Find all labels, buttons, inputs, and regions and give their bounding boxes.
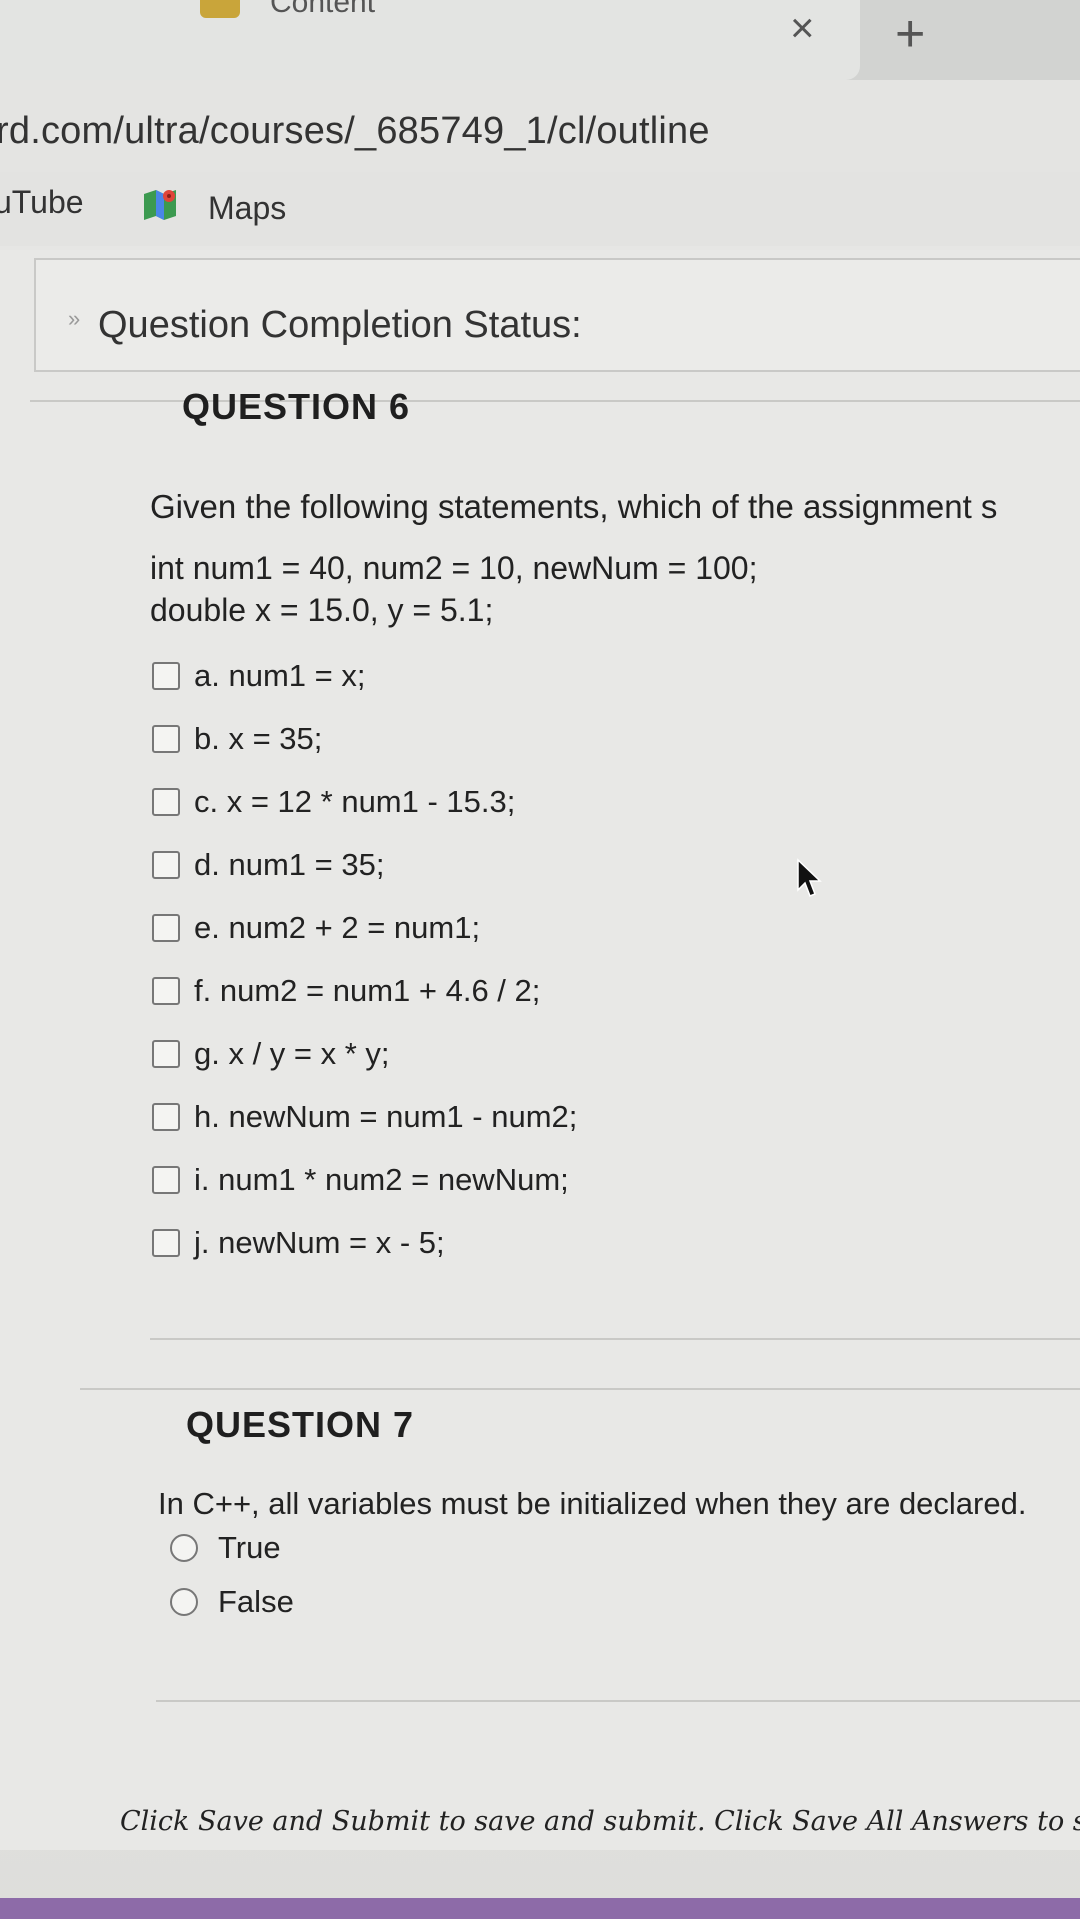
chevron-down-icon[interactable]: »: [68, 306, 80, 332]
option-label: a. num1 = x;: [194, 658, 366, 693]
radio-button[interactable]: [170, 1534, 198, 1562]
question-6-heading: QUESTION 6: [182, 386, 411, 427]
option-h[interactable]: h. newNum = num1 - num2;: [152, 1097, 577, 1137]
option-c[interactable]: c. x = 12 * num1 - 15.3;: [152, 782, 515, 822]
bookmark-maps[interactable]: Maps: [208, 190, 286, 227]
option-label: i. num1 * num2 = newNum;: [194, 1162, 569, 1197]
option-false[interactable]: False: [170, 1582, 294, 1622]
question-7-prompt: In C++, all variables must be initialize…: [158, 1486, 1027, 1521]
checkbox[interactable]: [152, 1166, 180, 1194]
option-true[interactable]: True: [170, 1528, 281, 1568]
question-7-heading: QUESTION 7: [186, 1404, 415, 1445]
option-i[interactable]: i. num1 * num2 = newNum;: [152, 1160, 569, 1200]
option-label: e. num2 + 2 = num1;: [194, 910, 481, 945]
checkbox[interactable]: [152, 1040, 180, 1068]
checkbox[interactable]: [152, 851, 180, 879]
divider: [80, 1388, 1080, 1390]
divider: [150, 1338, 1080, 1340]
new-tab-button[interactable]: +: [895, 8, 925, 60]
option-e[interactable]: e. num2 + 2 = num1;: [152, 908, 480, 948]
tab-close-icon[interactable]: ×: [790, 7, 815, 49]
checkbox[interactable]: [152, 977, 180, 1005]
option-label: c. x = 12 * num1 - 15.3;: [194, 784, 516, 819]
option-label: f. num2 = num1 + 4.6 / 2;: [194, 973, 541, 1008]
completion-status-label: Question Completion Status:: [98, 304, 582, 346]
screen: Content × + rd.com/ultra/courses/_685749…: [0, 0, 1080, 1919]
option-f[interactable]: f. num2 = num1 + 4.6 / 2;: [152, 971, 540, 1011]
tab-title: Content: [270, 0, 376, 19]
url-text[interactable]: rd.com/ultra/courses/_685749_1/cl/outlin…: [0, 110, 710, 153]
checkbox[interactable]: [152, 1103, 180, 1131]
option-label: b. x = 35;: [194, 721, 323, 756]
checkbox[interactable]: [152, 662, 180, 690]
checkbox[interactable]: [152, 788, 180, 816]
bookmark-youtube[interactable]: uTube: [0, 184, 84, 221]
option-label: d. num1 = 35;: [194, 847, 385, 882]
option-label: False: [218, 1584, 294, 1619]
option-b[interactable]: b. x = 35;: [152, 719, 322, 759]
option-label: True: [218, 1530, 281, 1565]
browser-tab[interactable]: Content ×: [0, 0, 860, 80]
save-submit-instructions: Click Save and Submit to save and submit…: [120, 1806, 1080, 1837]
divider: [156, 1700, 1080, 1702]
tab-strip: Content × +: [0, 0, 1080, 80]
code-line-2: double x = 15.0, y = 5.1;: [150, 592, 494, 628]
taskbar-strip: [0, 1898, 1080, 1919]
option-label: g. x / y = x * y;: [194, 1036, 390, 1071]
option-g[interactable]: g. x / y = x * y;: [152, 1034, 390, 1074]
checkbox[interactable]: [152, 725, 180, 753]
option-d[interactable]: d. num1 = 35;: [152, 845, 384, 885]
maps-icon[interactable]: [142, 186, 178, 222]
option-label: h. newNum = num1 - num2;: [194, 1099, 578, 1134]
option-j[interactable]: j. newNum = x - 5;: [152, 1223, 445, 1263]
checkbox[interactable]: [152, 1229, 180, 1257]
question-6-prompt: Given the following statements, which of…: [150, 488, 998, 525]
mouse-pointer-icon: [797, 858, 822, 897]
option-label: j. newNum = x - 5;: [194, 1225, 445, 1260]
tab-favicon-icon: [200, 0, 240, 18]
option-a[interactable]: a. num1 = x;: [152, 656, 365, 696]
code-line-1: int num1 = 40, num2 = 10, newNum = 100;: [150, 550, 758, 586]
radio-button[interactable]: [170, 1588, 198, 1616]
checkbox[interactable]: [152, 914, 180, 942]
